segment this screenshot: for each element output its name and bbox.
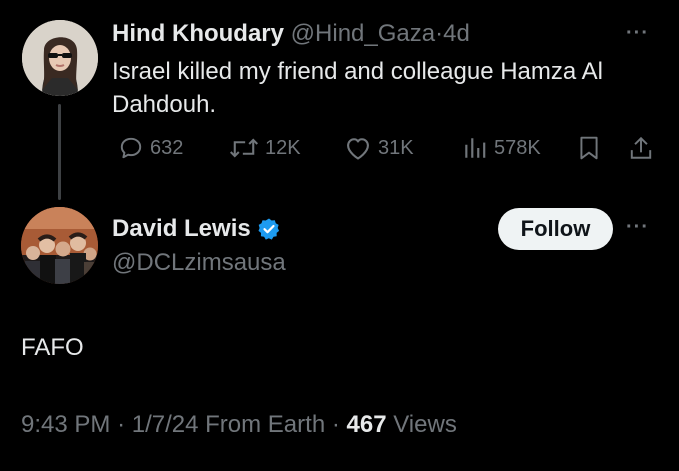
parent-author-line: Hind Khoudary @Hind_Gaza·4d [112, 19, 470, 49]
tweet-time[interactable]: 4d [443, 20, 470, 47]
separator-dot: · [435, 20, 444, 47]
author-name[interactable]: David Lewis [112, 214, 251, 244]
author-name[interactable]: Hind Khoudary [112, 20, 284, 47]
views-count[interactable]: 467 [347, 411, 387, 438]
author-handle[interactable]: @Hind_Gaza [291, 20, 435, 47]
view-count: 578K [494, 136, 541, 159]
thread-connector-line [58, 104, 61, 200]
reply-icon [120, 137, 142, 159]
repost-icon [229, 138, 259, 158]
verified-badge-icon[interactable] [257, 217, 281, 241]
reply-author-line: David Lewis [112, 214, 281, 244]
reply-button[interactable]: 632 [118, 134, 183, 162]
more-options-icon[interactable]: ··· [626, 22, 649, 45]
analytics-icon [465, 138, 486, 158]
author-handle[interactable]: @DCLzimsausa [112, 248, 286, 278]
views-label: Views [393, 411, 457, 438]
separator-dot: · [331, 411, 340, 438]
separator-dot: · [117, 411, 126, 438]
more-options-icon[interactable]: ··· [626, 216, 649, 239]
views-button[interactable]: 578K [462, 134, 541, 162]
bookmark-icon [580, 136, 598, 160]
bookmark-button[interactable] [578, 134, 600, 162]
reply-count: 632 [150, 136, 184, 159]
profile-photo-hind [22, 20, 98, 96]
heart-icon [347, 138, 369, 160]
tweet-metadata: 9:43 PM · 1/7/24 From Earth · 467 Views [21, 410, 457, 440]
share-icon [630, 136, 652, 159]
like-count: 31K [378, 136, 414, 159]
avatar[interactable] [21, 207, 98, 284]
repost-button[interactable]: 12K [229, 134, 301, 162]
tweet-time[interactable]: 9:43 PM [21, 411, 110, 438]
tweet-source: From Earth [205, 411, 326, 438]
tweet-text: FAFO [21, 334, 84, 361]
tweet-date[interactable]: 1/7/24 [132, 411, 199, 438]
profile-photo-david [21, 207, 98, 284]
share-button[interactable] [629, 134, 653, 162]
avatar[interactable] [22, 20, 98, 96]
repost-count: 12K [265, 136, 301, 159]
follow-button[interactable]: Follow [498, 208, 613, 250]
like-button[interactable]: 31K [344, 134, 414, 162]
tweet-text: Israel killed my friend and colleague Ha… [112, 58, 603, 118]
